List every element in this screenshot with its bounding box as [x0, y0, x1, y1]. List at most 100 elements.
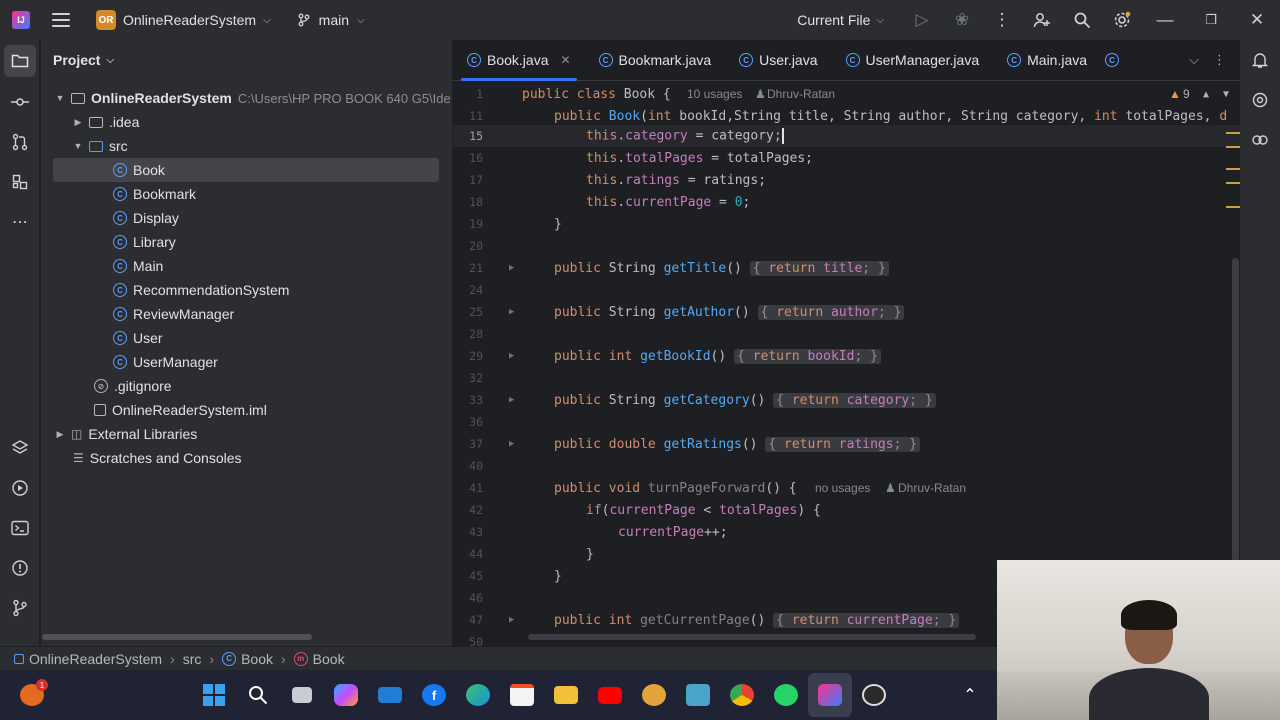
- class-icon: C: [845, 53, 860, 67]
- network-app-icon[interactable]: [632, 673, 676, 717]
- fold-arrow-icon[interactable]: ▶: [509, 395, 514, 405]
- tree-class-main[interactable]: C Main: [113, 254, 163, 278]
- git-icon[interactable]: [0, 588, 40, 628]
- more-actions-icon[interactable]: ⋮: [982, 0, 1022, 40]
- author-hint[interactable]: Dhruv-Ratan: [767, 87, 835, 101]
- project-panel-header[interactable]: Project ⌵: [41, 40, 452, 80]
- tree-class-usermanager[interactable]: C UserManager: [113, 350, 218, 374]
- restore-window-icon[interactable]: ❐: [1188, 0, 1234, 40]
- close-window-icon[interactable]: ✕: [1234, 0, 1280, 40]
- tree-class-bookmark[interactable]: C Bookmark: [113, 182, 196, 206]
- notifications-bell-icon[interactable]: [1240, 40, 1280, 80]
- class-label: Library: [133, 234, 176, 250]
- project-folder-icon[interactable]: [4, 45, 36, 77]
- obs-recorder-icon[interactable]: [852, 673, 896, 717]
- warning-icon[interactable]: ▲: [1169, 87, 1181, 101]
- media-app-icon[interactable]: [676, 673, 720, 717]
- tree-scratches[interactable]: ☰ Scratches and Consoles: [73, 446, 242, 470]
- add-user-icon[interactable]: [1022, 0, 1062, 40]
- tab-main-java[interactable]: C Main.java: [993, 40, 1101, 81]
- debug-icon[interactable]: ❀: [942, 0, 982, 40]
- tree-node-src[interactable]: ▼ src: [73, 134, 128, 158]
- breadcrumb-class[interactable]: C Book: [222, 651, 273, 667]
- tree-external-libraries[interactable]: ▶ ◫ External Libraries: [55, 422, 198, 446]
- warnings-count[interactable]: 9: [1183, 87, 1190, 101]
- youtube-app-icon[interactable]: [588, 673, 632, 717]
- external-libraries-label: External Libraries: [88, 426, 198, 442]
- previous-highlight-icon[interactable]: ▲: [1203, 89, 1209, 100]
- facebook-app-icon[interactable]: f: [412, 673, 456, 717]
- no-usages-hint[interactable]: no usages: [815, 481, 870, 495]
- tab-user-java[interactable]: C User.java: [725, 40, 831, 81]
- chevron-down-icon: ⌵: [876, 14, 884, 26]
- file-explorer-icon[interactable]: [544, 673, 588, 717]
- whatsapp-app-icon[interactable]: [764, 673, 808, 717]
- structure-icon[interactable]: [0, 162, 40, 202]
- pull-requests-icon[interactable]: [0, 122, 40, 162]
- fold-arrow-icon[interactable]: ▶: [509, 263, 514, 273]
- show-hidden-icons-chevron[interactable]: ⌃: [948, 673, 992, 717]
- line-number: 33: [469, 393, 483, 407]
- tab-overflow-partial[interactable]: C: [1101, 40, 1123, 81]
- branch-switcher[interactable]: main ⌵: [291, 8, 371, 32]
- ai-assistant-icon[interactable]: [1240, 80, 1280, 120]
- mail-app-icon[interactable]: [368, 673, 412, 717]
- tab-bookmark-java[interactable]: C Bookmark.java: [585, 40, 726, 81]
- next-highlight-icon[interactable]: ▼: [1223, 89, 1229, 100]
- tree-class-reviewmanager[interactable]: C ReviewManager: [113, 302, 234, 326]
- copilot-app-icon[interactable]: [324, 673, 368, 717]
- settings-gear-icon[interactable]: [1102, 0, 1142, 40]
- breadcrumb-method[interactable]: m Book: [293, 650, 345, 667]
- edge-browser-icon[interactable]: [456, 673, 500, 717]
- tree-file-iml[interactable]: OnlineReaderSystem.iml: [94, 398, 267, 422]
- weather-widget-icon[interactable]: 1: [10, 673, 54, 717]
- editor-horizontal-scrollbar[interactable]: [528, 634, 976, 640]
- fold-arrow-icon[interactable]: ▶: [509, 351, 514, 361]
- breadcrumb-project[interactable]: OnlineReaderSystem: [14, 651, 162, 667]
- task-view-icon[interactable]: [280, 673, 324, 717]
- fold-arrow-icon[interactable]: ▶: [509, 615, 514, 625]
- author-hint[interactable]: Dhruv-Ratan: [898, 481, 966, 495]
- chrome-browser-icon[interactable]: [720, 673, 764, 717]
- run-icon[interactable]: ▷: [902, 0, 942, 40]
- microsoft-store-icon[interactable]: [500, 673, 544, 717]
- tree-root-node[interactable]: ▼ OnlineReaderSystem C:\Users\HP PRO BOO…: [55, 86, 451, 110]
- problems-icon[interactable]: [0, 548, 40, 588]
- tab-label: UserManager.java: [865, 52, 980, 68]
- fold-arrow-icon[interactable]: ▶: [509, 307, 514, 317]
- minimize-icon[interactable]: —: [1142, 0, 1188, 40]
- breadcrumb-label: Book: [312, 650, 345, 667]
- layers-icon[interactable]: [0, 428, 40, 468]
- project-horizontal-scrollbar[interactable]: [42, 634, 312, 640]
- taskbar-search-icon[interactable]: [236, 673, 280, 717]
- tree-class-library[interactable]: C Library: [113, 230, 176, 254]
- intellij-taskbar-icon[interactable]: [808, 673, 852, 717]
- search-icon[interactable]: [1062, 0, 1102, 40]
- close-tab-icon[interactable]: ✕: [560, 53, 570, 67]
- terminal-icon[interactable]: [0, 508, 40, 548]
- tab-usermanager-java[interactable]: C UserManager.java: [832, 40, 994, 81]
- run-configuration-selector[interactable]: Current File ⌵: [797, 12, 884, 28]
- usages-hint[interactable]: 10 usages: [687, 87, 742, 101]
- services-run-icon[interactable]: [0, 468, 40, 508]
- project-switcher[interactable]: OR OnlineReaderSystem ⌵: [90, 6, 277, 34]
- more-tool-windows-icon[interactable]: ⋯: [0, 202, 40, 242]
- tree-class-recommendationsystem[interactable]: C RecommendationSystem: [113, 278, 289, 302]
- fold-arrow-icon[interactable]: ▶: [509, 439, 514, 449]
- tree-node-idea[interactable]: ▶ .idea: [73, 110, 140, 134]
- tree-class-display[interactable]: C Display: [113, 206, 179, 230]
- main-menu-icon[interactable]: [52, 13, 70, 27]
- runnable-class-icon: C: [113, 259, 127, 273]
- commit-icon[interactable]: [0, 82, 40, 122]
- breadcrumb-src[interactable]: src: [183, 651, 202, 667]
- start-menu-windows-icon[interactable]: [192, 673, 236, 717]
- editor-vertical-scrollbar[interactable]: [1232, 258, 1239, 562]
- tree-class-user[interactable]: C User: [113, 326, 163, 350]
- tab-list-chevron-icon[interactable]: ⌵: [1189, 52, 1199, 68]
- tab-options-icon[interactable]: ⋮: [1213, 52, 1226, 68]
- tab-book-java[interactable]: C Book.java ✕: [453, 40, 585, 81]
- copilot-icon[interactable]: [1240, 120, 1280, 160]
- tree-class-book[interactable]: C Book: [53, 158, 439, 182]
- tab-label: Book.java: [487, 52, 549, 68]
- tree-file-gitignore[interactable]: ⊘ .gitignore: [94, 374, 172, 398]
